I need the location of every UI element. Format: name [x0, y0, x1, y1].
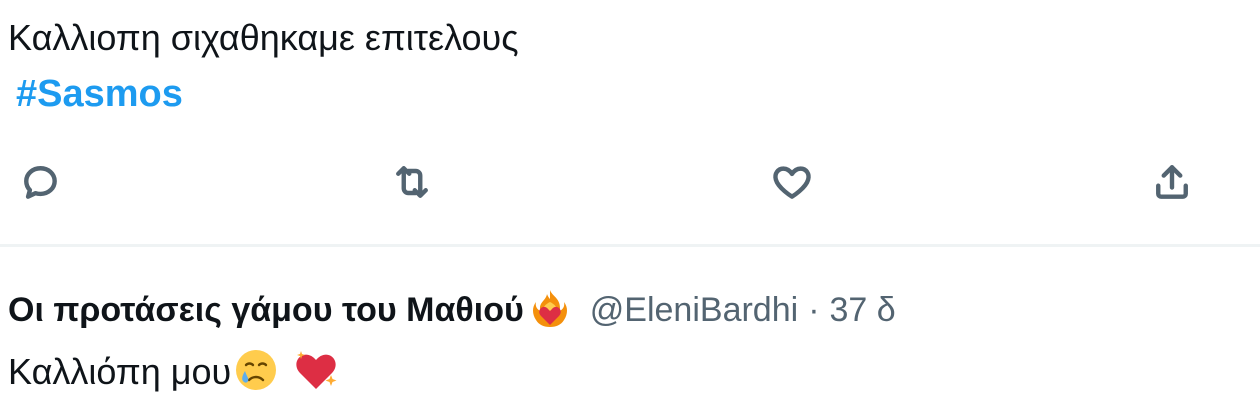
- divider: [0, 244, 1260, 247]
- reply-display-name[interactable]: Οι προτάσεις γάμου του Μαθιού: [8, 282, 524, 338]
- separator-dot: ·: [808, 291, 820, 329]
- reply-timestamp[interactable]: 37 δ: [830, 282, 896, 338]
- retweet-button[interactable]: [380, 150, 444, 214]
- reply-handle[interactable]: @EleniBardhi: [590, 282, 798, 338]
- reply-button[interactable]: [8, 150, 72, 214]
- reply-icon: [24, 166, 57, 199]
- crying-face-icon: [233, 347, 279, 398]
- reply-text: Καλλιόπη μου: [8, 351, 232, 392]
- heart-on-fire-icon: [528, 286, 572, 335]
- reply-header: Οι προτάσεις γάμου του Μαθιού @EleniBard…: [8, 282, 896, 338]
- share-button[interactable]: [1140, 150, 1204, 214]
- hashtag-link[interactable]: #Sasmos: [16, 68, 183, 120]
- heart-icon: [773, 166, 811, 199]
- like-button[interactable]: [760, 150, 824, 214]
- sparkling-heart-icon: [291, 347, 341, 398]
- share-icon: [1156, 165, 1188, 199]
- tweet-action-bar: [0, 150, 1260, 218]
- tweet-text: Καλλιοπη σιχαθηκαμε επιτελους: [8, 17, 519, 58]
- reply-body: Καλλιόπη μου: [8, 344, 347, 400]
- retweet-icon: [396, 166, 428, 198]
